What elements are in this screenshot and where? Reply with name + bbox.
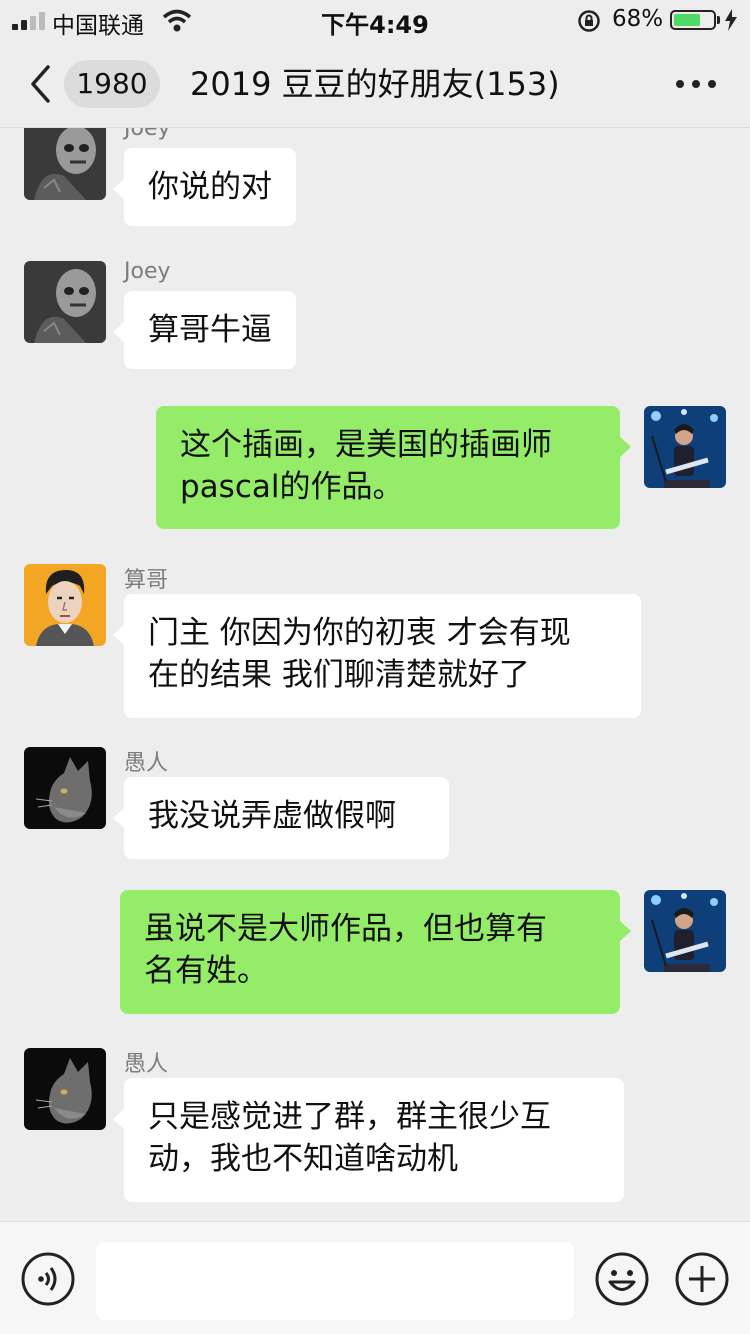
sender-name: Joey [124, 259, 171, 284]
battery-icon [670, 10, 716, 30]
message-row: 虽说不是大师作品，但也算有 名有姓。 [0, 890, 750, 1070]
outgoing-message-bubble[interactable]: 这个插画，是美国的插画师 pascal的作品。 [156, 406, 631, 529]
battery-level [674, 14, 700, 26]
incoming-message-bubble[interactable]: 只是感觉进了群，群主很少互 动，我也不知道啥动机 [113, 1078, 624, 1202]
unread-count-badge[interactable]: 1980 [64, 60, 160, 108]
status-bar: 中国联通 下午4:49 68% [0, 0, 750, 42]
incoming-message-bubble[interactable]: 门主 你因为你的初衷 才会有现 在的结果 我们聊清楚就好了 [113, 594, 641, 718]
plus-icon[interactable] [674, 1251, 730, 1307]
outgoing-message-bubble[interactable]: 虽说不是大师作品，但也算有 名有姓。 [120, 890, 631, 1014]
message-input[interactable] [96, 1242, 574, 1320]
guitarist-avatar[interactable] [644, 890, 726, 972]
message-list[interactable]: Joey 你说的对 Joey 算哥牛逼这个插画，是美国的插画师 pascal的作品。算哥… [0, 128, 750, 1221]
message-text-line: pascal的作品。 [180, 469, 404, 505]
message-row: 这个插画，是美国的插画师 pascal的作品。 [0, 406, 750, 586]
sender-name: 愚人 [124, 751, 169, 776]
chat-title: 2019 豆豆的好朋友(153) [190, 65, 560, 103]
message-text-line: 这个插画，是美国的插画师 [180, 427, 552, 463]
sender-name: Joey [124, 128, 171, 141]
incoming-message-bubble[interactable]: 我没说弄虚做假啊 [113, 777, 449, 859]
message-text-line: 名有姓。 [144, 953, 268, 989]
message-text-line: 虽说不是大师作品，但也算有 [144, 911, 547, 947]
message-text-line: 算哥牛逼 [148, 312, 272, 348]
voice-icon[interactable] [20, 1251, 76, 1307]
skull-face-avatar[interactable] [24, 128, 106, 200]
message-text-line: 只是感觉进了群，群主很少互 [148, 1099, 551, 1135]
message-text-line: 我没说弄虚做假啊 [148, 798, 396, 834]
charging-bolt-icon [725, 9, 737, 31]
illustrated-man-avatar[interactable] [24, 564, 106, 646]
sender-name: 愚人 [124, 1052, 169, 1077]
skull-face-avatar[interactable] [24, 261, 106, 343]
battery-percent: 68% [612, 6, 664, 32]
message-text-line: 门主 你因为你的初衷 才会有现 [148, 615, 571, 651]
incoming-message-bubble[interactable]: 算哥牛逼 [113, 291, 296, 369]
emoji-icon[interactable] [594, 1251, 650, 1307]
orientation-lock-icon [578, 10, 600, 32]
chat-header: 1980 2019 豆豆的好朋友(153) [0, 42, 750, 128]
message-row: 算哥 门主 你因为你的初衷 才会有现 在的结果 我们聊清楚就好了 [0, 564, 750, 744]
battery-tip [717, 16, 720, 24]
message-text-line: 动，我也不知道啥动机 [148, 1141, 458, 1177]
message-text-line: 你说的对 [148, 169, 272, 205]
cat-avatar[interactable] [24, 747, 106, 829]
sender-name: 算哥 [124, 568, 169, 593]
incoming-message-bubble[interactable]: 你说的对 [113, 148, 296, 226]
message-text-line: 在的结果 我们聊清楚就好了 [148, 657, 530, 693]
input-bar [0, 1221, 750, 1334]
message-row: 愚人 只是感觉进了群，群主很少互 动，我也不知道啥动机 [0, 1048, 750, 1221]
back-arrow-icon[interactable] [28, 64, 52, 104]
more-options-icon[interactable] [676, 80, 716, 88]
cat-avatar[interactable] [24, 1048, 106, 1130]
guitarist-avatar[interactable] [644, 406, 726, 488]
